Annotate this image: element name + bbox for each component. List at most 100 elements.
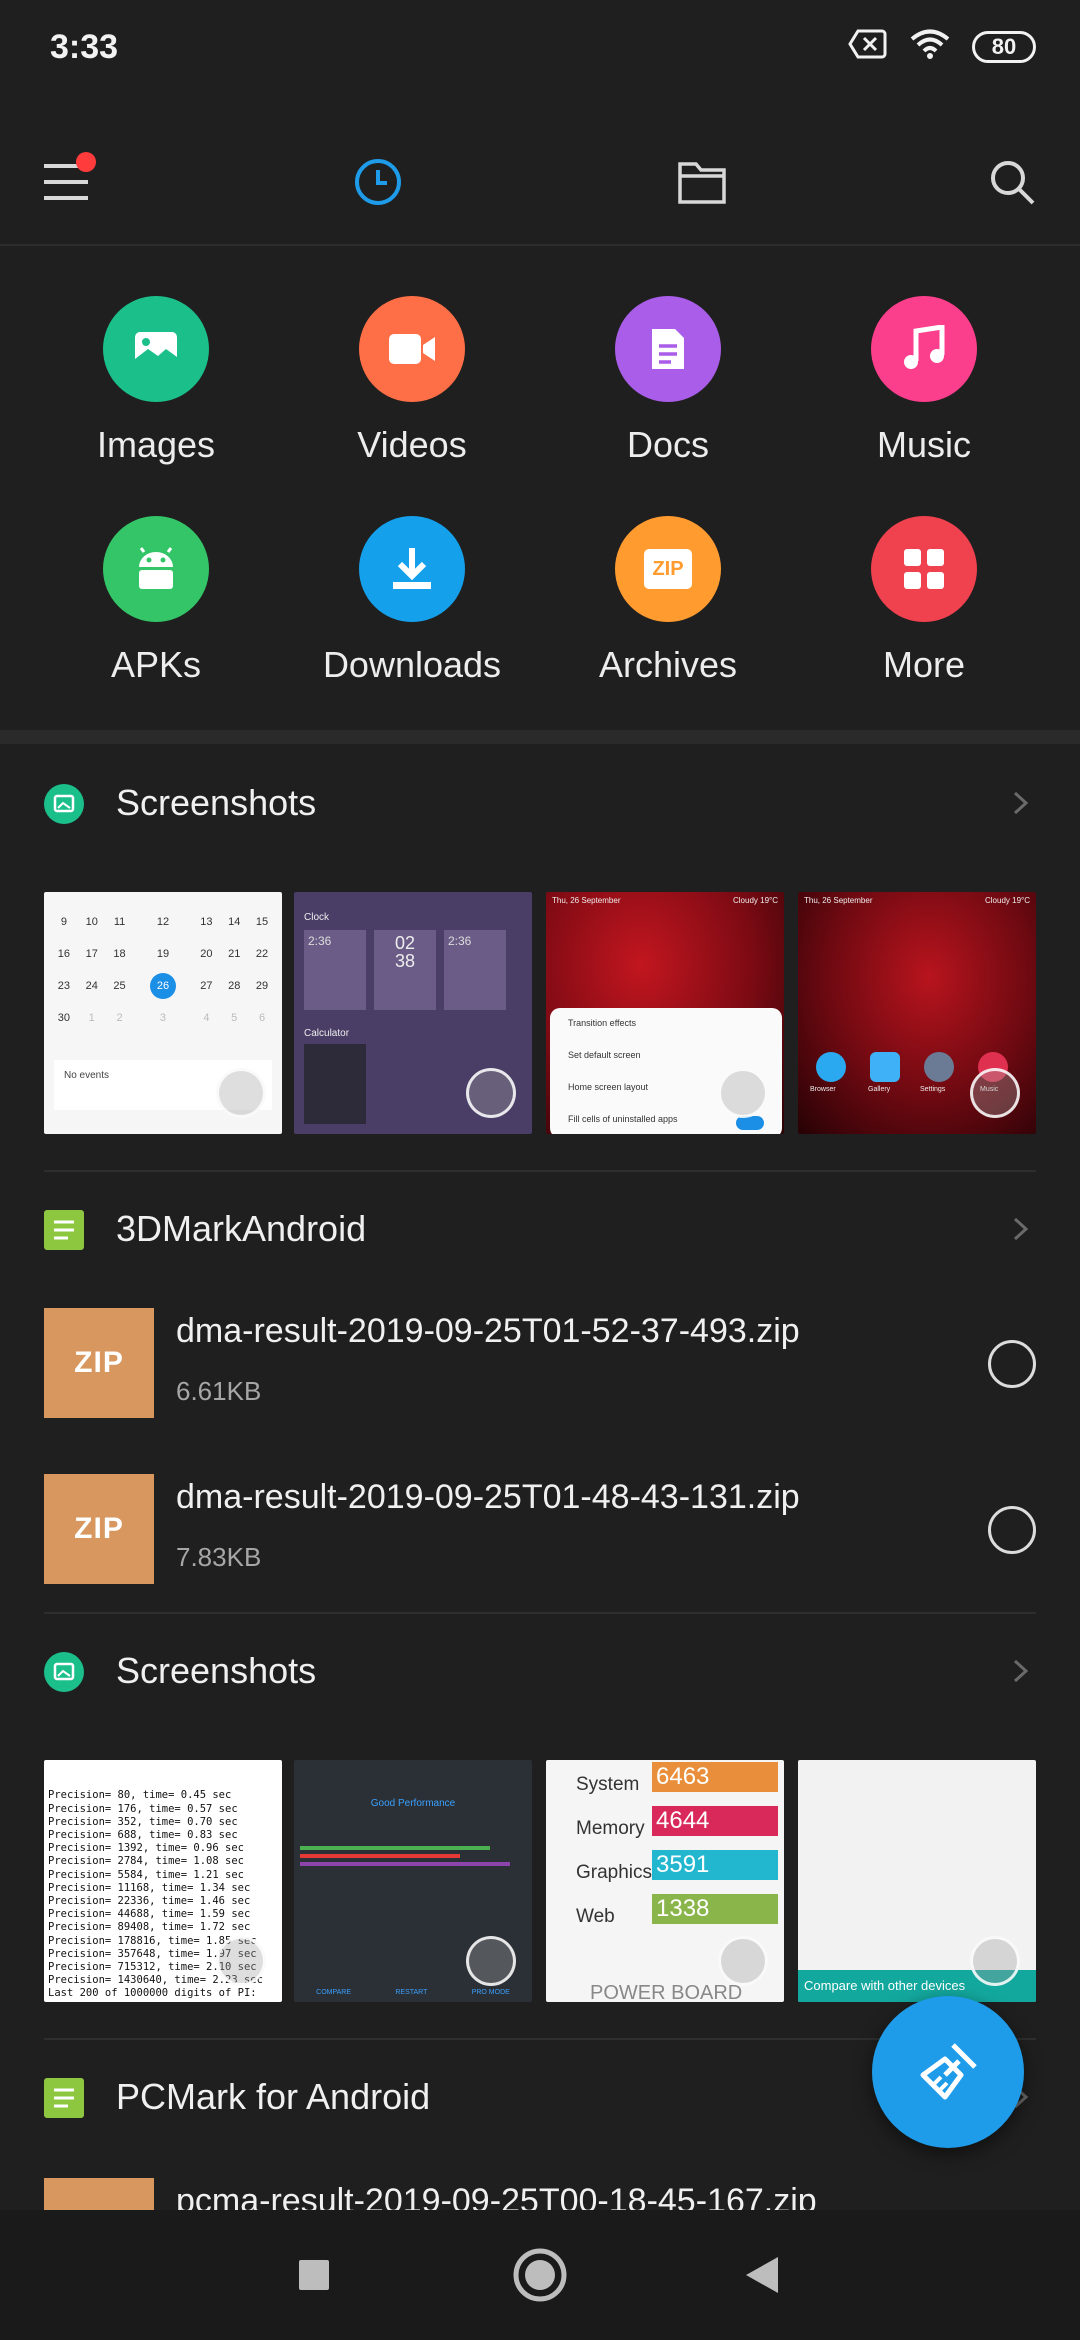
category-music[interactable]: Music (796, 296, 1052, 466)
file-manager-screen: 3:33 80 Images Videos Docs Music APKs Do… (0, 0, 1080, 2340)
menu-item: Set default screen (568, 1050, 641, 1060)
category-label: Downloads (322, 644, 502, 685)
settings-app-icon (924, 1052, 954, 1082)
category-label: Videos (357, 424, 467, 465)
search-button[interactable] (972, 142, 1052, 222)
screenshot-thumb-home-menu[interactable]: Thu, 26 September Cloudy 19°C Transition… (546, 892, 784, 1134)
screenshot-folder-icon (44, 1652, 84, 1692)
back-triangle-icon (746, 2257, 778, 2293)
gallery-app-icon (870, 1052, 900, 1082)
android-icon (103, 516, 209, 622)
menu-item: Transition effects (568, 1018, 637, 1028)
document-folder-icon (44, 1210, 84, 1250)
clock-icon (355, 159, 401, 205)
category-label: Archives (598, 644, 738, 685)
recent-tab-button[interactable] (338, 142, 418, 222)
calendar-grid: 9 10 11 12 13 14 15 16 17 18 19 20 21 22 23 24 25 26 27 2… (57, 916, 269, 1024)
app-label: Settings (920, 1086, 946, 1093)
score-label: Graphics (576, 1862, 653, 1883)
section-title: 3DMarkAndroid (116, 1208, 367, 1249)
category-archives[interactable]: ZIP Archives (540, 516, 796, 686)
thumb-select-checkbox[interactable] (216, 1068, 266, 1118)
zip-file-icon: ZIP (44, 1308, 154, 1418)
thumb-select-checkbox[interactable] (466, 1936, 516, 1986)
home-weather: Cloudy 19°C (733, 896, 778, 905)
file-size: 6.61KB (176, 1376, 262, 1406)
thumb-select-checkbox[interactable] (970, 1068, 1020, 1118)
app-label: Browser (810, 1086, 836, 1093)
brush-icon (920, 2043, 977, 2100)
section-header-screenshots[interactable]: Screenshots (0, 752, 1080, 852)
section-title: PCMark for Android (116, 2076, 431, 2117)
category-videos[interactable]: Videos (284, 296, 540, 466)
image-icon (103, 296, 209, 402)
video-icon (359, 296, 465, 402)
perf-bar (300, 1846, 490, 1850)
score-bar: 4644 (652, 1806, 778, 1836)
category-images[interactable]: Images (28, 296, 284, 466)
category-label: APKs (110, 644, 202, 685)
widget-tile: 02 38 (374, 930, 436, 1010)
screenshot-thumb-calendar[interactable]: 9 10 11 12 13 14 15 16 17 18 19 20 21 22 23 24 25 26 27 2… (44, 892, 282, 1134)
category-label: Music (876, 424, 971, 465)
screenshot-thumb-precision[interactable]: Precision= 80, time= 0.45 sec Precision=… (44, 1760, 282, 2002)
screenshot-thumbnails: Precision= 80, time= 0.45 sec Precision=… (44, 1760, 1036, 2002)
file-size: 7.83KB (176, 1542, 262, 1572)
folder-tab-button[interactable] (662, 142, 742, 222)
zip-badge: ZIP (644, 549, 692, 589)
music-icon (871, 296, 977, 402)
screenshot-thumb-scores[interactable]: System 6463 Memory 4644 Graphics 3591 We… (546, 1760, 784, 2002)
home-weather: Cloudy 19°C (985, 896, 1030, 905)
file-select-checkbox[interactable] (988, 1506, 1036, 1554)
top-app-bar (0, 120, 1080, 246)
file-select-checkbox[interactable] (988, 1340, 1036, 1388)
divider (44, 1612, 1036, 1614)
menu-button[interactable] (26, 142, 106, 222)
zip-icon: ZIP (615, 516, 721, 622)
screenshot-thumb-performance[interactable]: Good Performance COMPARE RESTART PRO MOD… (294, 1760, 532, 2002)
home-button[interactable] (500, 2240, 580, 2310)
file-row-partial[interactable]: pcma-result-2019-09-25T00-18-45-167.zip (0, 2160, 1080, 2210)
section-divider (0, 730, 1080, 744)
download-icon (359, 516, 465, 622)
screenshot-folder-icon (44, 784, 84, 824)
screenshot-thumb-widgets[interactable]: Clock 2:36 02 38 2:36 Calculator (294, 892, 532, 1134)
divider (44, 1170, 1036, 1172)
chevron-right-icon (1013, 1659, 1029, 1683)
category-docs[interactable]: Docs (540, 296, 796, 466)
thumb-select-checkbox[interactable] (718, 1936, 768, 1986)
notification-dot (76, 152, 96, 172)
perf-footer-item: PRO MODE (471, 1989, 510, 1996)
scores-footer: POWER BOARD (590, 1982, 743, 2002)
thumb-select-checkbox[interactable] (216, 1936, 266, 1986)
square-icon (299, 2260, 329, 2290)
category-label: More (882, 644, 966, 685)
file-row[interactable]: ZIP dma-result-2019-09-25T01-48-43-131.z… (0, 1456, 1080, 1622)
score-label: System (576, 1774, 640, 1795)
recents-button[interactable] (274, 2240, 354, 2310)
back-button[interactable] (722, 2240, 802, 2310)
thumb-select-checkbox[interactable] (466, 1068, 516, 1118)
home-circle-icon (513, 2248, 567, 2302)
clean-up-fab[interactable] (872, 1996, 1024, 2148)
thumb-select-checkbox[interactable] (718, 1068, 768, 1118)
document-folder-icon (44, 2078, 84, 2118)
menu-item: Fill cells of uninstalled apps (568, 1114, 678, 1124)
thumb-select-checkbox[interactable] (970, 1936, 1020, 1986)
category-apks[interactable]: APKs (28, 516, 284, 686)
perf-bar (300, 1862, 510, 1866)
calculator-widget (304, 1044, 366, 1124)
navigation-bar (0, 2210, 1080, 2340)
category-more[interactable]: More (796, 516, 1052, 686)
category-downloads[interactable]: Downloads (284, 516, 540, 686)
section-header-3dmark[interactable]: 3DMarkAndroid (0, 1178, 1080, 1278)
section-header-screenshots[interactable]: Screenshots (0, 1620, 1080, 1720)
screenshot-thumb-home[interactable]: Thu, 26 September Cloudy 19°C Browser Ga… (798, 892, 1036, 1134)
zip-file-icon: ZIP (44, 1474, 154, 1584)
status-icons: 80 (848, 28, 1036, 65)
screenshot-thumb-compare[interactable]: Compare with other devices (798, 1760, 1036, 2002)
status-time: 3:33 (50, 28, 119, 66)
score-label: Web (576, 1906, 615, 1927)
file-row[interactable]: ZIP dma-result-2019-09-25T01-52-37-493.z… (0, 1290, 1080, 1456)
widget-calculator-label: Calculator (304, 1028, 350, 1039)
